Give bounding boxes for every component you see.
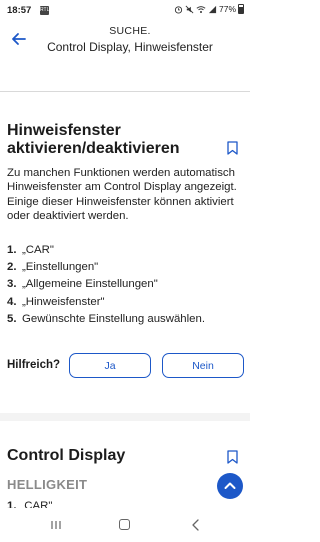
step-text: „Einstellungen" <box>22 261 99 274</box>
step-text: „Hinweisfenster" <box>22 295 105 308</box>
step-text: Gewünschte Einstellung auswählen. <box>22 312 205 325</box>
steps-list: 1. „CAR" 2. „Einstellungen" 3. „Allgemeine … <box>7 242 247 328</box>
list-item: 3. „Allgemeine Einstellungen" <box>7 276 247 293</box>
yes-button[interactable]: Ja <box>69 353 151 378</box>
nav-back-icon[interactable] <box>190 518 202 532</box>
section-title-line2: aktivieren/deaktivieren <box>7 140 180 157</box>
step-text: „CAR" <box>22 244 54 256</box>
bookmark-icon[interactable] <box>227 450 238 464</box>
section-separator <box>0 413 250 421</box>
step-number: 5. <box>7 312 17 325</box>
recents-icon[interactable] <box>50 520 62 530</box>
alarm-icon <box>174 5 183 14</box>
step-number: 1. <box>7 244 17 256</box>
step-text: „Allgemeine Einstellungen" <box>22 278 158 291</box>
list-item: 1. „CAR" <box>7 242 247 259</box>
step-number: 1. <box>7 500 17 508</box>
status-bar: 18:57 RTL 77% <box>0 0 250 22</box>
battery-percent: 77% <box>218 4 236 14</box>
list-item: 5. Gewünschte Einstellung auswählen. <box>7 311 247 328</box>
section-title-control-display: Control Display <box>7 447 126 464</box>
system-nav-bar <box>0 508 250 542</box>
status-icons: 77% <box>174 4 244 14</box>
mute-icon <box>185 5 194 13</box>
signal-icon <box>208 5 217 13</box>
scroll-to-top-button[interactable] <box>217 473 243 499</box>
chevron-up-icon <box>224 482 236 489</box>
divider <box>0 91 250 92</box>
app-header: SUCHE. Control Display, Hinweisfenster <box>0 22 250 58</box>
subheading-helligkeit: HELLIGKEIT <box>7 477 88 492</box>
step-number: 2. <box>7 261 17 274</box>
bookmark-icon[interactable] <box>227 141 238 155</box>
helpful-label: Hilfreich? <box>7 359 61 371</box>
no-button[interactable]: Nein <box>162 353 244 378</box>
list-item: 2. „Einstellungen" <box>7 259 247 276</box>
header-title: SUCHE. <box>109 25 151 37</box>
back-arrow-icon[interactable] <box>9 29 29 49</box>
step-number: 3. <box>7 278 17 291</box>
header-subtitle: Control Display, Hinweisfenster <box>47 40 213 54</box>
section-description: Zu manchen Funktionen werden automatisch… <box>7 167 237 223</box>
list-item: 4. „Hinweisfenster" <box>7 294 247 311</box>
status-time: 18:57 <box>7 5 32 16</box>
section-title-line1: Hinweisfenster <box>7 122 121 139</box>
app-notification-icon: RTL <box>40 6 50 15</box>
home-icon[interactable] <box>119 519 130 530</box>
list-item: 1. „CAR" <box>7 500 52 508</box>
battery-icon <box>238 4 244 14</box>
step-number: 4. <box>7 295 17 308</box>
wifi-icon <box>196 5 206 13</box>
step-text: „CAR" <box>20 500 53 508</box>
